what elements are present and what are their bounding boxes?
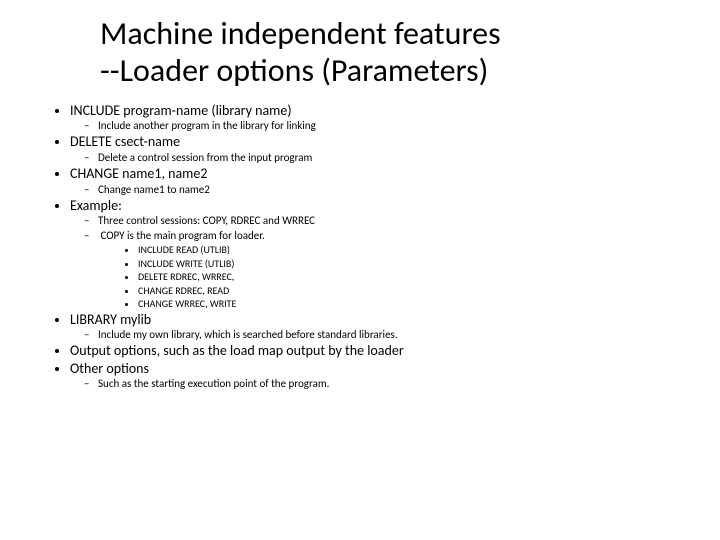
list-item: DELETE csect-name Delete a control sessi… (70, 133, 680, 165)
sub-item: Include my own library, which is searche… (98, 328, 680, 342)
title-line-1: Machine independent features (100, 14, 501, 53)
item-text: CHANGE name1, name2 (70, 165, 207, 182)
list-item: Other options Such as the starting execu… (70, 360, 680, 392)
sub-sub-item: DELETE RDREC, WRREC, (138, 270, 680, 284)
title-line-2: --Loader options (Parameters) (100, 51, 488, 90)
list-item: Output options, such as the load map out… (70, 342, 680, 360)
sub-item: Such as the starting execution point of … (98, 377, 680, 391)
sub-sub-item: INCLUDE READ (UTLIB) (138, 243, 680, 257)
item-text: INCLUDE program-name (library name) (70, 102, 292, 119)
list-item: INCLUDE program-name (library name) Incl… (70, 102, 680, 134)
slide: Machine independent features --Loader op… (0, 0, 720, 540)
item-text: LIBRARY mylib (70, 311, 151, 328)
item-text: Example: (70, 197, 122, 214)
sub-sub-item: CHANGE RDREC, READ (138, 284, 680, 298)
sub-item-text: COPY is the main program for loader. (101, 229, 265, 242)
sub-item: Delete a control session from the input … (98, 151, 680, 165)
slide-title: Machine independent features --Loader op… (100, 16, 680, 90)
list-item: LIBRARY mylib Include my own library, wh… (70, 311, 680, 343)
sub-item: Include another program in the library f… (98, 119, 680, 133)
sub-sub-item: CHANGE WRREC, WRITE (138, 297, 680, 311)
sub-item: Three control sessions: COPY, RDREC and … (98, 214, 680, 228)
body-list: INCLUDE program-name (library name) Incl… (40, 102, 680, 392)
item-text: Other options (70, 360, 149, 377)
list-item: CHANGE name1, name2 Change name1 to name… (70, 165, 680, 197)
sub-sub-item: INCLUDE WRITE (UTLIB) (138, 257, 680, 271)
list-item: Example: Three control sessions: COPY, R… (70, 197, 680, 311)
sub-item: Change name1 to name2 (98, 183, 680, 197)
sub-item: COPY is the main program for loader. INC… (98, 229, 680, 311)
item-text: DELETE csect-name (70, 133, 180, 150)
